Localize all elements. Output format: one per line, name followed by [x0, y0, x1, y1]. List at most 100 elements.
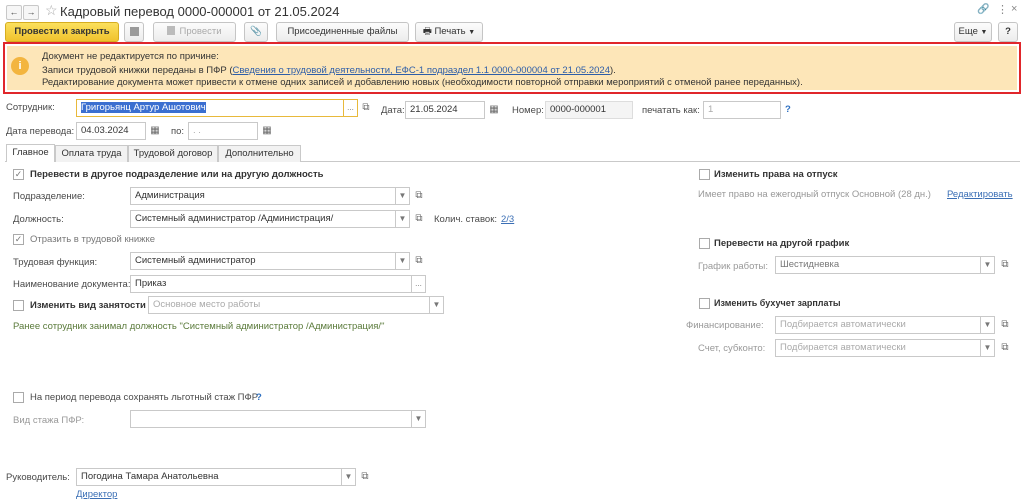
pfr-kind-field[interactable]	[130, 410, 412, 428]
pfr-kind-dropdown[interactable]: ▼	[412, 410, 426, 428]
financing-dropdown[interactable]: ▼	[981, 316, 995, 334]
employee-field[interactable]: Григорьянц Артур Ашотович	[76, 99, 344, 117]
tab-payment[interactable]: Оплата труда	[55, 145, 128, 162]
print-as-field[interactable]: 1	[703, 101, 781, 119]
help-button[interactable]: ?	[998, 22, 1018, 42]
date-field[interactable]: 21.05.2024	[405, 101, 485, 119]
manager-field[interactable]: Погодина Тамара Анатольевна	[76, 468, 342, 486]
close-icon[interactable]: ×	[1011, 3, 1017, 15]
chevron-down-icon: ▼	[980, 29, 988, 36]
transfer-date-field[interactable]: 04.03.2024	[76, 122, 146, 140]
star-icon[interactable]: ☆	[45, 2, 58, 19]
doc-name-select-button[interactable]: ...	[412, 275, 426, 293]
to-label: по:	[171, 126, 185, 137]
rates-link[interactable]: 2/3	[501, 214, 514, 225]
calendar-icon[interactable]: ▦	[147, 122, 163, 140]
transfer-date-label: Дата перевода:	[6, 126, 75, 137]
warning-line2-suffix: ).	[609, 65, 616, 76]
transfer-check-label: Перевести в другое подразделение или на …	[30, 169, 324, 180]
tab-additional[interactable]: Дополнительно	[218, 145, 301, 162]
to-date-field[interactable]: . .	[188, 122, 258, 140]
post-button[interactable]: Провести	[153, 22, 236, 42]
schedule-dropdown[interactable]: ▼	[981, 256, 995, 274]
more-icon[interactable]: ⋮	[997, 3, 1008, 16]
warning-line1: Документ не редактируется по причине:	[42, 51, 219, 62]
back-button[interactable]: ←	[6, 5, 22, 20]
efs-document-link[interactable]: Сведения о трудовой деятельности, ЕФС-1 …	[233, 65, 610, 76]
financing-field[interactable]: Подбирается автоматически	[775, 316, 981, 334]
employee-open-icon[interactable]: ⧉	[358, 99, 374, 117]
department-open-icon[interactable]: ⧉	[411, 187, 427, 205]
chevron-down-icon: ▼	[468, 29, 476, 36]
accounting-checkbox[interactable]	[699, 298, 710, 309]
more-button[interactable]: Еще ▼	[954, 22, 992, 42]
print-label: Печать	[434, 26, 466, 37]
paperclip-icon: 📎	[250, 26, 262, 37]
doc-name-field[interactable]: Приказ	[130, 275, 412, 293]
employee-value: Григорьянц Артур Ашотович	[81, 102, 206, 113]
schedule-checkbox[interactable]	[699, 238, 710, 249]
position-open-icon[interactable]: ⧉	[411, 210, 427, 228]
reflect-checkbox[interactable]: ✓	[13, 234, 24, 245]
link-icon[interactable]: 🔗	[977, 4, 989, 15]
employment-check-label: Изменить вид занятости	[30, 300, 146, 311]
manager-open-icon[interactable]: ⧉	[357, 468, 373, 486]
position-dropdown[interactable]: ▼	[396, 210, 410, 228]
arrow-right-icon: →	[26, 7, 36, 17]
labor-function-dropdown[interactable]: ▼	[396, 252, 410, 270]
attach-button[interactable]: 📎	[244, 22, 268, 42]
doc-name-label: Наименование документа:	[13, 279, 131, 290]
accounting-check-label: Изменить бухучет зарплаты	[714, 298, 841, 308]
pfr-help-icon[interactable]: ?	[256, 392, 262, 403]
manager-dropdown[interactable]: ▼	[342, 468, 356, 486]
calendar-icon[interactable]: ▦	[486, 101, 502, 119]
pfr-checkbox[interactable]	[13, 392, 24, 403]
number-field[interactable]: 0000-000001	[545, 101, 633, 119]
print-button[interactable]: 🖶 Печать ▼	[415, 22, 483, 42]
account-open-icon[interactable]: ⧉	[997, 339, 1013, 357]
calendar-icon[interactable]: ▦	[259, 122, 275, 140]
print-as-label: печатать как:	[642, 105, 700, 116]
labor-function-label: Трудовая функция:	[13, 257, 98, 268]
manager-position-link[interactable]: Директор	[76, 489, 117, 500]
schedule-label: График работы:	[698, 261, 768, 272]
post-and-close-button[interactable]: Провести и закрыть	[5, 22, 119, 42]
employment-checkbox[interactable]	[13, 300, 24, 311]
attached-files-button[interactable]: Присоединенные файлы	[276, 22, 409, 42]
more-label: Еще	[958, 26, 978, 37]
employee-select-button[interactable]: ...	[344, 99, 358, 117]
warning-line3: Редактирование документа может привести …	[42, 77, 803, 88]
schedule-open-icon[interactable]: ⧉	[997, 256, 1013, 274]
account-label: Счет, субконто:	[698, 343, 766, 354]
employment-field[interactable]: Основное место работы	[148, 296, 430, 314]
schedule-field[interactable]: Шестидневка	[775, 256, 981, 274]
employee-label: Сотрудник:	[6, 102, 55, 113]
arrow-left-icon: ←	[9, 7, 19, 17]
manager-label: Руководитель:	[6, 472, 70, 483]
vacation-checkbox[interactable]	[699, 169, 710, 180]
print-as-help-icon[interactable]: ?	[785, 104, 791, 115]
labor-function-open-icon[interactable]: ⧉	[411, 252, 427, 270]
save-button[interactable]	[124, 22, 144, 42]
labor-function-field[interactable]: Системный администратор	[130, 252, 396, 270]
edit-vacation-link[interactable]: Редактировать	[947, 189, 1013, 200]
tab-labor-contract[interactable]: Трудовой договор	[128, 145, 218, 162]
transfer-checkbox[interactable]: ✓	[13, 169, 24, 180]
pfr-kind-label: Вид стажа ПФР:	[13, 415, 85, 426]
warning-line2: Записи трудовой книжки переданы в ПФР (С…	[42, 65, 616, 76]
account-field[interactable]: Подбирается автоматически	[775, 339, 981, 357]
tab-main[interactable]: Главное	[6, 144, 55, 162]
position-label: Должность:	[13, 214, 64, 225]
date-label: Дата:	[381, 105, 405, 116]
account-dropdown[interactable]: ▼	[981, 339, 995, 357]
warning-line2-prefix: Записи трудовой книжки переданы в ПФР (	[42, 65, 233, 76]
pfr-check-label: На период перевода сохранять льготный ст…	[30, 392, 259, 403]
forward-button[interactable]: →	[23, 5, 39, 20]
department-dropdown[interactable]: ▼	[396, 187, 410, 205]
position-field[interactable]: Системный администратор /Администрация/	[130, 210, 396, 228]
department-field[interactable]: Администрация	[130, 187, 396, 205]
post-label: Провести	[179, 26, 222, 37]
financing-open-icon[interactable]: ⧉	[997, 316, 1013, 334]
employment-dropdown[interactable]: ▼	[430, 296, 444, 314]
previous-position-note: Ранее сотрудник занимал должность "Систе…	[13, 321, 385, 332]
